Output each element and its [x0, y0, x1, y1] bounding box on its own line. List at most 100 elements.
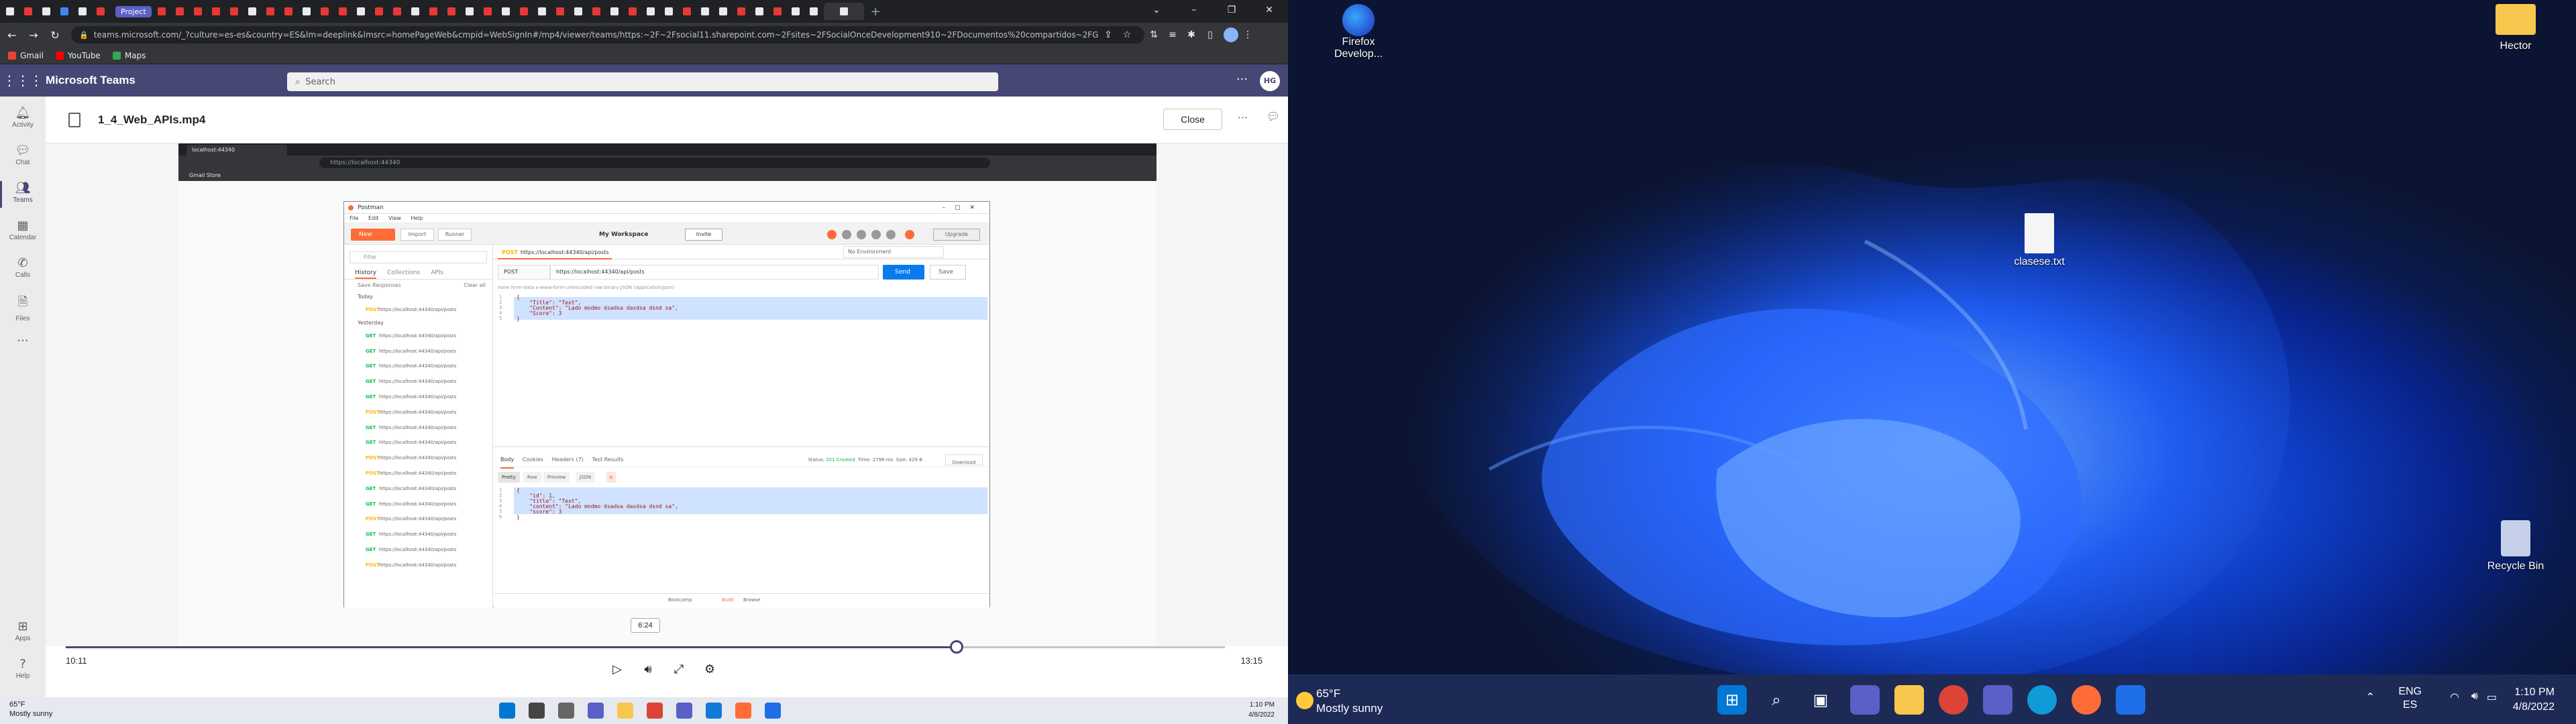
browser-tab[interactable] [20, 3, 36, 20]
rail-item-teams[interactable]: 👥︎ Teams [0, 181, 46, 208]
back-icon[interactable]: ← [3, 29, 21, 42]
rail-more-icon[interactable]: ··· [0, 334, 46, 348]
share-icon[interactable]: ⇪ [1099, 29, 1118, 40]
browser-tab[interactable] [679, 3, 695, 20]
browser-tab[interactable] [335, 3, 351, 20]
browser-tab[interactable] [643, 3, 659, 20]
browser-tab[interactable] [534, 3, 550, 20]
address-bar[interactable]: 🔒 teams.microsoft.com/_?culture=es-es&co… [71, 26, 1144, 44]
weather-widget[interactable]: 65°F Mostly sunny [9, 700, 52, 719]
desktop-icon-clasese[interactable]: clasese.txt [1999, 213, 2080, 268]
browser-tab[interactable] [588, 3, 604, 20]
postman-icon[interactable] [735, 703, 751, 719]
browser-tab[interactable] [74, 3, 91, 20]
chrome-icon[interactable] [1939, 685, 1968, 715]
browser-tab[interactable] [154, 3, 170, 20]
rail-item-calendar[interactable]: ▦ Calendar [0, 219, 46, 241]
browser-tab[interactable] [208, 3, 224, 20]
rail-item-calls[interactable]: ✆ Calls [0, 256, 46, 279]
conversation-icon[interactable]: 💬︎ [1267, 110, 1280, 123]
desktop-icon-recycle-bin[interactable]: Recycle Bin [2475, 520, 2556, 572]
browser-tab[interactable] [516, 3, 532, 20]
browser-tab[interactable] [425, 3, 441, 20]
bookmark-gmail[interactable]: Gmail [8, 51, 44, 60]
browser-tab[interactable] [317, 3, 333, 20]
rail-item-files[interactable]: 🗎 Files [0, 294, 46, 322]
battery-icon[interactable]: ▭ [2487, 690, 2497, 703]
browser-tab[interactable] [697, 3, 713, 20]
browser-tab[interactable] [226, 3, 242, 20]
seek-bar[interactable] [66, 640, 1225, 654]
browser-tab[interactable] [606, 3, 623, 20]
browser-tab[interactable] [389, 3, 405, 20]
browser-tab[interactable] [570, 3, 586, 20]
search-icon[interactable]: ⌕ [1762, 685, 1791, 715]
bookmark-youtube[interactable]: YouTube [56, 51, 101, 60]
search-icon[interactable] [529, 703, 545, 719]
browser-tab[interactable] [262, 3, 278, 20]
edge-icon[interactable] [706, 703, 722, 719]
bookmark-star-icon[interactable]: ☆ [1118, 29, 1136, 40]
browser-tab[interactable] [38, 3, 54, 20]
settings-gear-icon[interactable]: ⚙ [700, 662, 719, 676]
rail-item-chat[interactable]: 💬︎ Chat [0, 143, 46, 166]
edge-icon[interactable] [2027, 685, 2057, 715]
chrome-menu-icon[interactable]: ⋮ [1238, 29, 1257, 40]
maps-app-icon[interactable] [765, 703, 781, 719]
task-view-icon[interactable] [558, 703, 574, 719]
browser-tab[interactable] [371, 3, 387, 20]
play-icon[interactable]: ▷ [608, 662, 627, 676]
reload-icon[interactable]: ↻ [46, 29, 64, 42]
browser-tab[interactable] [93, 3, 109, 20]
taskbar-clock[interactable]: 1:10 PM 4/8/2022 [1248, 700, 1275, 720]
new-tab-button[interactable]: + [871, 5, 881, 19]
teams-icon[interactable] [1983, 685, 2012, 715]
start-icon[interactable]: ⊞ [1717, 685, 1747, 715]
chevron-up-icon[interactable]: ⌃ [2366, 690, 2375, 703]
minimize-button[interactable]: – [1175, 0, 1213, 20]
file-explorer-icon[interactable] [617, 703, 633, 719]
desktop-icon-firefox-dev[interactable]: Firefox Develop... [1322, 4, 1395, 60]
maps-app-icon[interactable] [2116, 685, 2145, 715]
browser-tab-active[interactable] [823, 3, 864, 20]
rail-item-activity[interactable]: 🔔︎ Activity [0, 106, 46, 129]
browser-tab[interactable] [353, 3, 369, 20]
tab-search-icon[interactable]: ⌄ [1138, 0, 1175, 20]
chrome-icon[interactable] [647, 703, 663, 719]
teams-icon[interactable] [676, 703, 692, 719]
volume-icon[interactable]: 🔊︎ [639, 662, 657, 676]
postman-icon[interactable] [2072, 685, 2101, 715]
profile-avatar[interactable] [1224, 27, 1238, 42]
file-explorer-icon[interactable] [1894, 685, 1924, 715]
browser-tab[interactable] [190, 3, 206, 20]
user-avatar[interactable]: HG [1260, 71, 1280, 91]
close-button[interactable]: Close [1163, 109, 1222, 130]
fullscreen-icon[interactable]: ⤢ [669, 662, 688, 676]
rail-item-help[interactable]: ? Help [0, 657, 46, 680]
weather-widget[interactable]: 65°F Mostly sunny [1296, 686, 1383, 716]
search-input[interactable]: ⌕ Search [287, 72, 998, 91]
browser-tab[interactable] [299, 3, 315, 20]
maximize-button[interactable]: ❐ [1213, 0, 1250, 20]
browser-tab[interactable] [661, 3, 677, 20]
more-options-icon[interactable]: ··· [1236, 72, 1248, 86]
start-icon[interactable] [499, 703, 515, 719]
close-window-button[interactable]: ✕ [1250, 0, 1288, 20]
browser-tab[interactable] [172, 3, 188, 20]
taskbar-clock[interactable]: 1:10 PM 4/8/2022 [2513, 685, 2555, 715]
browser-tab[interactable] [280, 3, 297, 20]
browser-tab[interactable] [480, 3, 496, 20]
teams-chat-icon[interactable] [1850, 685, 1880, 715]
app-launcher-icon[interactable]: ⋮⋮⋮ [0, 72, 46, 88]
wifi-icon[interactable]: ◠ [2450, 690, 2459, 703]
browser-tab[interactable] [56, 3, 72, 20]
browser-tab[interactable] [462, 3, 478, 20]
browser-tab[interactable] [625, 3, 641, 20]
reading-list-icon[interactable]: ≡ [1163, 29, 1182, 40]
browser-tab[interactable] [498, 3, 514, 20]
browser-tab[interactable] [443, 3, 460, 20]
browser-tab[interactable] [407, 3, 423, 20]
browser-tab[interactable] [733, 3, 749, 20]
input-language[interactable]: ENG ES [2398, 685, 2422, 712]
more-options-icon[interactable]: ··· [1238, 111, 1248, 124]
